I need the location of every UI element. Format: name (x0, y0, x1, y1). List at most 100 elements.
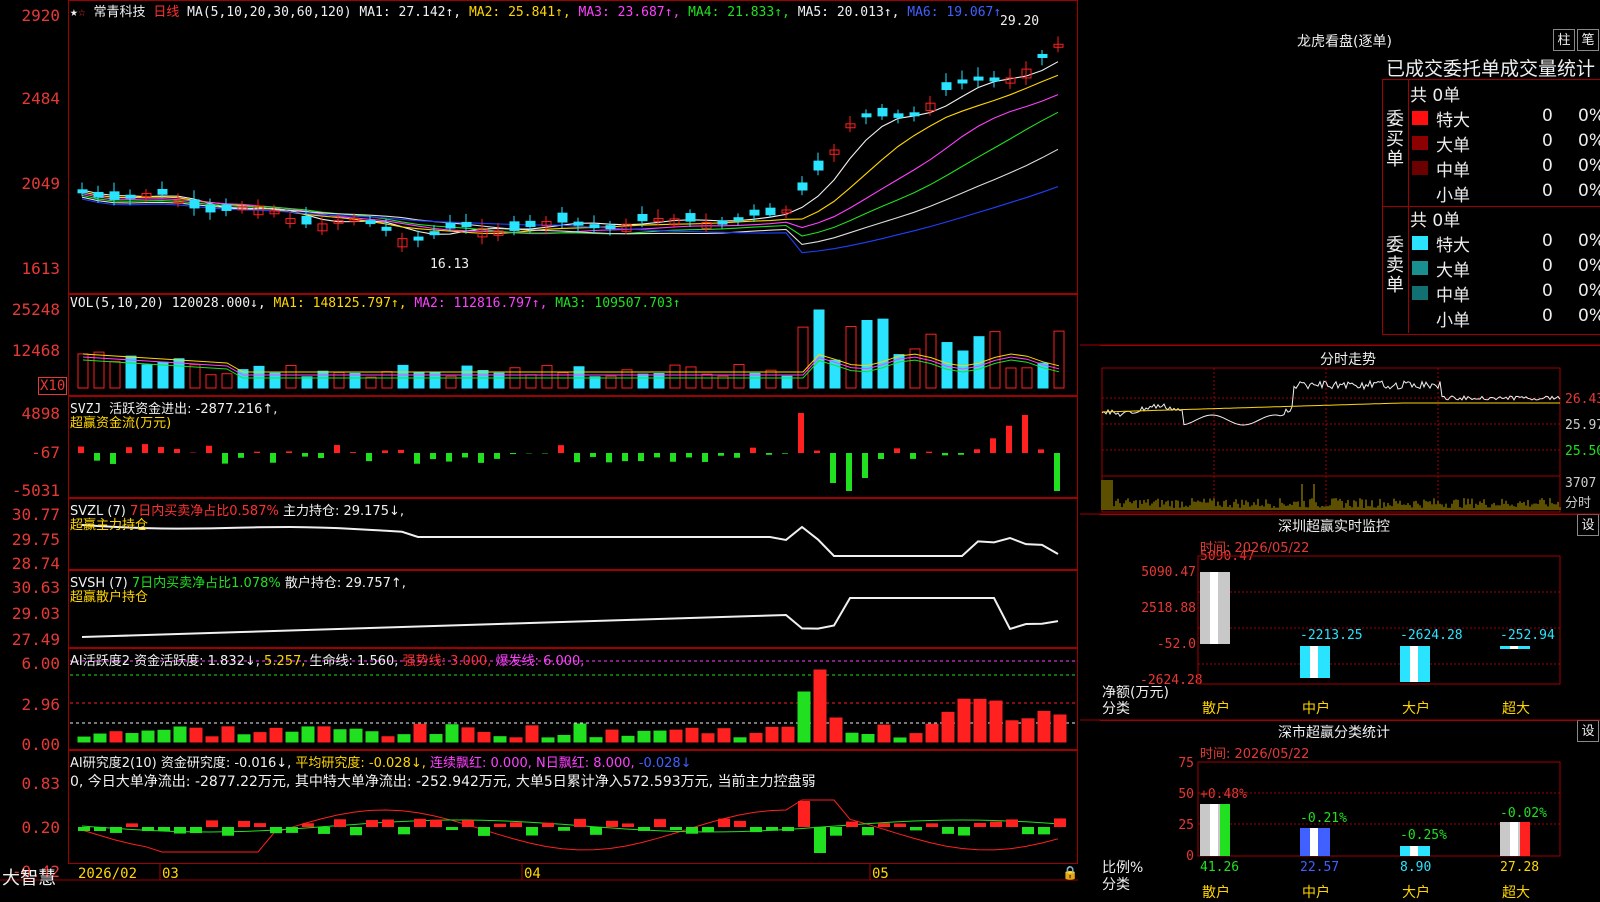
monitor-bar-highlight (1310, 646, 1318, 678)
vol-ma-line (83, 354, 1059, 372)
research-bar (814, 827, 826, 853)
period-label[interactable]: 日线 (153, 5, 179, 20)
volume-bar (574, 367, 584, 388)
ma2-value: MA2: 25.841↑, (469, 5, 571, 20)
activity-bar (462, 728, 474, 742)
volume-bar (526, 375, 536, 388)
research-bar (910, 827, 922, 830)
research-bar (158, 827, 170, 831)
research-bar (126, 823, 138, 827)
candle-body (462, 222, 471, 226)
research-bar (974, 823, 986, 827)
activity-bar (814, 670, 826, 742)
research-bar (766, 827, 778, 831)
svzj-bar (286, 451, 292, 453)
classstat-bar-highlight (1210, 804, 1218, 856)
volume-bar (846, 327, 856, 388)
monitor-frame (1198, 556, 1560, 684)
activity-bar (958, 699, 970, 742)
candle-body (974, 77, 983, 80)
volume-bar (206, 375, 216, 388)
activity-bar (366, 732, 378, 742)
activity-bar (174, 727, 186, 742)
svzj-bar (350, 452, 356, 453)
candle-body (366, 221, 375, 224)
stock-name[interactable]: 常青科技 (93, 5, 145, 20)
candle-body (958, 80, 967, 83)
research-bar (350, 827, 362, 835)
svzj-bar (718, 453, 724, 456)
svzj-bar (110, 453, 116, 464)
candle-body (590, 225, 599, 228)
price-axis-tick: 2049 (0, 174, 60, 193)
activity-bar (526, 726, 538, 742)
flag-icon[interactable]: ☆ (78, 5, 86, 20)
svzl-sub: 超赢主力持仓 (70, 514, 148, 533)
activity-bar (574, 724, 586, 742)
right-chart-canvas (1080, 0, 1600, 900)
research-bar (494, 824, 506, 827)
classstat-bar-accent (1520, 822, 1530, 856)
activity-bar (910, 734, 922, 742)
activity-bar (686, 728, 698, 742)
research-bar (462, 820, 474, 827)
candle-body (126, 195, 135, 198)
brand-logo[interactable]: 大智慧 (2, 864, 56, 890)
volume-bar (126, 356, 136, 388)
activity-bar (718, 729, 730, 742)
volume-bar (190, 365, 200, 388)
svzj-bar (846, 453, 852, 491)
volume-bar (350, 373, 360, 388)
research-bar (110, 827, 122, 833)
vol-ma1: MA1: 148125.797↑, (274, 296, 407, 311)
volume-bar (542, 366, 552, 388)
svzj-bar (574, 453, 580, 462)
svzj-bar (462, 453, 468, 457)
research-bar (526, 827, 538, 836)
activity-bar (558, 735, 570, 742)
svzj-bar (398, 450, 404, 453)
svzj-axis-tick: 4898 (0, 404, 60, 423)
research-bar (1038, 827, 1050, 834)
research-bar (78, 827, 90, 831)
candle-body (222, 205, 231, 211)
lock-icon[interactable]: 🔒 (1062, 866, 1078, 881)
volume-bar (254, 366, 264, 388)
svzj-bar (750, 448, 756, 453)
activity-bar (1006, 721, 1018, 742)
svsh-axis-tick: 27.49 (0, 630, 60, 649)
svzj-bar (1022, 415, 1028, 453)
price-low-annotation: 16.13 (430, 257, 469, 272)
svzj-bar (78, 447, 84, 453)
activity-bar (318, 727, 330, 742)
research-bar (622, 823, 634, 827)
volume-bar (78, 354, 88, 388)
svzj-bar (222, 453, 228, 464)
candle-body (990, 78, 999, 81)
date-label: 03 (162, 866, 179, 882)
ai-act-axis-tick: 2.96 (0, 695, 60, 714)
monitor-bar-highlight (1510, 646, 1518, 649)
ma6-value: MA6: 19.067↑ (907, 5, 1001, 20)
research-bar (94, 827, 106, 831)
candle-body (606, 226, 615, 229)
research-bar (862, 827, 874, 835)
activity-bar (878, 725, 890, 742)
classstat-bar-accent (1320, 828, 1330, 856)
svzj-bar (478, 453, 484, 463)
svzj-bar (126, 447, 132, 453)
candle-body (894, 114, 903, 118)
svzj-bar (958, 453, 964, 455)
research-bar (702, 827, 714, 832)
activity-bar (926, 724, 938, 742)
svzj-bar (638, 453, 644, 461)
research-bar (798, 801, 810, 827)
activity-bar (510, 738, 522, 742)
candle-body (206, 205, 215, 212)
volume-bar (1054, 331, 1064, 388)
classstat-bar-highlight (1410, 846, 1418, 856)
star-icon[interactable]: ★ (70, 5, 78, 20)
ai-act-label: AI活跃度2 (70, 654, 130, 669)
svzj-bar (990, 438, 996, 453)
candle-body (302, 216, 311, 224)
